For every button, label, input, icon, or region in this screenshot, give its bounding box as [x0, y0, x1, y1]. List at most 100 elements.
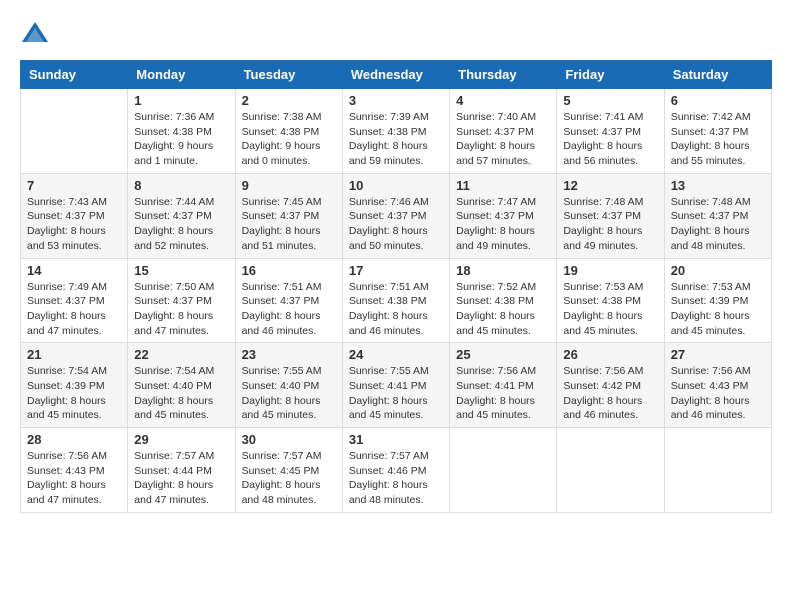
logo-icon	[20, 20, 50, 50]
weekday-header: Monday	[128, 61, 235, 89]
day-info: Sunrise: 7:45 AM Sunset: 4:37 PM Dayligh…	[242, 195, 336, 254]
calendar-day-cell	[21, 89, 128, 174]
day-info: Sunrise: 7:47 AM Sunset: 4:37 PM Dayligh…	[456, 195, 550, 254]
calendar-day-cell: 6 Sunrise: 7:42 AM Sunset: 4:37 PM Daylig…	[664, 89, 771, 174]
day-number: 14	[27, 263, 121, 278]
day-number: 6	[671, 93, 765, 108]
calendar-day-cell: 2Sunrise: 7:38 AM Sunset: 4:38 PM Daylig…	[235, 89, 342, 174]
day-info: Sunrise: 7:40 AM Sunset: 4:37 PM Dayligh…	[456, 110, 550, 169]
day-info: Sunrise: 7:55 AM Sunset: 4:40 PM Dayligh…	[242, 364, 336, 423]
day-number: 26	[563, 347, 657, 362]
calendar-day-cell: 31Sunrise: 7:57 AM Sunset: 4:46 PM Dayli…	[342, 428, 449, 513]
day-info: Sunrise: 7:49 AM Sunset: 4:37 PM Dayligh…	[27, 280, 121, 339]
day-number: 24	[349, 347, 443, 362]
calendar-day-cell: 15Sunrise: 7:50 AM Sunset: 4:37 PM Dayli…	[128, 258, 235, 343]
day-number: 15	[134, 263, 228, 278]
day-number: 3	[349, 93, 443, 108]
weekday-header: Tuesday	[235, 61, 342, 89]
calendar-day-cell	[664, 428, 771, 513]
day-number: 12	[563, 178, 657, 193]
day-info: Sunrise: 7:57 AM Sunset: 4:45 PM Dayligh…	[242, 449, 336, 508]
day-info: Sunrise: 7:53 AM Sunset: 4:38 PM Dayligh…	[563, 280, 657, 339]
day-number: 1	[134, 93, 228, 108]
calendar-day-cell: 11 Sunrise: 7:47 AM Sunset: 4:37 PM Dayli…	[450, 173, 557, 258]
weekday-header: Sunday	[21, 61, 128, 89]
day-info: Sunrise: 7:36 AM Sunset: 4:38 PM Dayligh…	[134, 110, 228, 169]
calendar-header-row: SundayMondayTuesdayWednesdayThursdayFrid…	[21, 61, 772, 89]
calendar-day-cell: 3 Sunrise: 7:39 AM Sunset: 4:38 PM Daylig…	[342, 89, 449, 174]
logo	[20, 20, 54, 50]
day-number: 8	[134, 178, 228, 193]
calendar-day-cell: 8 Sunrise: 7:44 AM Sunset: 4:37 PM Daylig…	[128, 173, 235, 258]
weekday-header: Friday	[557, 61, 664, 89]
calendar-week-row: 28 Sunrise: 7:56 AM Sunset: 4:43 PM Dayli…	[21, 428, 772, 513]
day-info: Sunrise: 7:41 AM Sunset: 4:37 PM Dayligh…	[563, 110, 657, 169]
day-number: 25	[456, 347, 550, 362]
day-number: 29	[134, 432, 228, 447]
day-number: 23	[242, 347, 336, 362]
calendar-day-cell: 5 Sunrise: 7:41 AM Sunset: 4:37 PM Daylig…	[557, 89, 664, 174]
day-number: 7	[27, 178, 121, 193]
day-info: Sunrise: 7:46 AM Sunset: 4:37 PM Dayligh…	[349, 195, 443, 254]
day-number: 19	[563, 263, 657, 278]
day-number: 9	[242, 178, 336, 193]
calendar-day-cell: 4 Sunrise: 7:40 AM Sunset: 4:37 PM Daylig…	[450, 89, 557, 174]
calendar-day-cell: 22 Sunrise: 7:54 AM Sunset: 4:40 PM Dayli…	[128, 343, 235, 428]
calendar-day-cell: 18 Sunrise: 7:52 AM Sunset: 4:38 PM Dayli…	[450, 258, 557, 343]
calendar-day-cell: 20Sunrise: 7:53 AM Sunset: 4:39 PM Dayli…	[664, 258, 771, 343]
day-info: Sunrise: 7:54 AM Sunset: 4:40 PM Dayligh…	[134, 364, 228, 423]
day-info: Sunrise: 7:57 AM Sunset: 4:46 PM Dayligh…	[349, 449, 443, 508]
calendar-day-cell: 9 Sunrise: 7:45 AM Sunset: 4:37 PM Daylig…	[235, 173, 342, 258]
calendar-day-cell: 21Sunrise: 7:54 AM Sunset: 4:39 PM Dayli…	[21, 343, 128, 428]
calendar-day-cell: 1 Sunrise: 7:36 AM Sunset: 4:38 PM Daylig…	[128, 89, 235, 174]
day-info: Sunrise: 7:48 AM Sunset: 4:37 PM Dayligh…	[563, 195, 657, 254]
day-info: Sunrise: 7:56 AM Sunset: 4:42 PM Dayligh…	[563, 364, 657, 423]
calendar-day-cell: 26 Sunrise: 7:56 AM Sunset: 4:42 PM Dayli…	[557, 343, 664, 428]
day-info: Sunrise: 7:48 AM Sunset: 4:37 PM Dayligh…	[671, 195, 765, 254]
weekday-header: Thursday	[450, 61, 557, 89]
calendar-day-cell	[557, 428, 664, 513]
calendar-day-cell: 12 Sunrise: 7:48 AM Sunset: 4:37 PM Dayli…	[557, 173, 664, 258]
day-number: 5	[563, 93, 657, 108]
day-info: Sunrise: 7:38 AM Sunset: 4:38 PM Dayligh…	[242, 110, 336, 169]
day-info: Sunrise: 7:56 AM Sunset: 4:41 PM Dayligh…	[456, 364, 550, 423]
day-info: Sunrise: 7:42 AM Sunset: 4:37 PM Dayligh…	[671, 110, 765, 169]
calendar-week-row: 14 Sunrise: 7:49 AM Sunset: 4:37 PM Dayli…	[21, 258, 772, 343]
calendar-day-cell: 29Sunrise: 7:57 AM Sunset: 4:44 PM Dayli…	[128, 428, 235, 513]
day-number: 4	[456, 93, 550, 108]
calendar-day-cell: 24 Sunrise: 7:55 AM Sunset: 4:41 PM Dayli…	[342, 343, 449, 428]
calendar-week-row: 21Sunrise: 7:54 AM Sunset: 4:39 PM Dayli…	[21, 343, 772, 428]
day-info: Sunrise: 7:56 AM Sunset: 4:43 PM Dayligh…	[27, 449, 121, 508]
day-number: 18	[456, 263, 550, 278]
day-info: Sunrise: 7:39 AM Sunset: 4:38 PM Dayligh…	[349, 110, 443, 169]
weekday-header: Saturday	[664, 61, 771, 89]
calendar-day-cell: 7Sunrise: 7:43 AM Sunset: 4:37 PM Daylig…	[21, 173, 128, 258]
day-number: 17	[349, 263, 443, 278]
weekday-header: Wednesday	[342, 61, 449, 89]
calendar-day-cell: 14 Sunrise: 7:49 AM Sunset: 4:37 PM Dayli…	[21, 258, 128, 343]
calendar-day-cell: 19 Sunrise: 7:53 AM Sunset: 4:38 PM Dayli…	[557, 258, 664, 343]
day-number: 13	[671, 178, 765, 193]
day-info: Sunrise: 7:53 AM Sunset: 4:39 PM Dayligh…	[671, 280, 765, 339]
calendar-day-cell: 28 Sunrise: 7:56 AM Sunset: 4:43 PM Dayli…	[21, 428, 128, 513]
calendar-day-cell: 27Sunrise: 7:56 AM Sunset: 4:43 PM Dayli…	[664, 343, 771, 428]
day-info: Sunrise: 7:52 AM Sunset: 4:38 PM Dayligh…	[456, 280, 550, 339]
day-number: 11	[456, 178, 550, 193]
day-info: Sunrise: 7:54 AM Sunset: 4:39 PM Dayligh…	[27, 364, 121, 423]
day-info: Sunrise: 7:51 AM Sunset: 4:37 PM Dayligh…	[242, 280, 336, 339]
calendar-day-cell: 13 Sunrise: 7:48 AM Sunset: 4:37 PM Dayli…	[664, 173, 771, 258]
day-info: Sunrise: 7:44 AM Sunset: 4:37 PM Dayligh…	[134, 195, 228, 254]
day-info: Sunrise: 7:56 AM Sunset: 4:43 PM Dayligh…	[671, 364, 765, 423]
page-header	[20, 20, 772, 50]
calendar-day-cell: 16 Sunrise: 7:51 AM Sunset: 4:37 PM Dayli…	[235, 258, 342, 343]
calendar-day-cell: 17Sunrise: 7:51 AM Sunset: 4:38 PM Dayli…	[342, 258, 449, 343]
day-number: 22	[134, 347, 228, 362]
calendar-day-cell: 25 Sunrise: 7:56 AM Sunset: 4:41 PM Dayli…	[450, 343, 557, 428]
calendar-day-cell: 10Sunrise: 7:46 AM Sunset: 4:37 PM Dayli…	[342, 173, 449, 258]
calendar-day-cell: 30Sunrise: 7:57 AM Sunset: 4:45 PM Dayli…	[235, 428, 342, 513]
day-number: 28	[27, 432, 121, 447]
day-info: Sunrise: 7:55 AM Sunset: 4:41 PM Dayligh…	[349, 364, 443, 423]
calendar-day-cell	[450, 428, 557, 513]
day-number: 16	[242, 263, 336, 278]
calendar-day-cell: 23 Sunrise: 7:55 AM Sunset: 4:40 PM Dayli…	[235, 343, 342, 428]
